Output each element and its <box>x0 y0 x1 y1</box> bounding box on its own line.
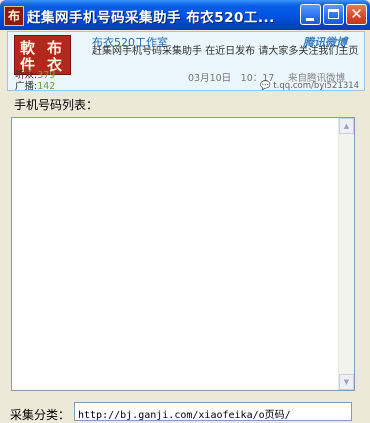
broadcasts-count: 142 <box>37 81 56 92</box>
chevron-up-icon: ▲ <box>343 122 350 130</box>
speech-bubble-icon: 💬 <box>260 81 271 91</box>
weibo-widget[interactable]: 軟 布 件 衣 听众:379 广播:142 布衣520工作室 腾讯微博 赶集网手… <box>7 31 365 92</box>
scroll-down-button[interactable]: ▼ <box>339 374 354 390</box>
weibo-message: 赶集网手机号码采集助手 在近日发布 请大家多关注我们主页 <box>92 46 359 57</box>
weibo-stats: 听众:379 广播:142 <box>15 70 55 92</box>
weibo-url: t.qq.com/byi521314 <box>273 81 360 91</box>
chevron-down-icon: ▼ <box>343 378 350 386</box>
minimize-icon <box>306 18 314 21</box>
scroll-up-button[interactable]: ▲ <box>339 118 354 134</box>
maximize-button[interactable] <box>323 4 344 25</box>
category-url-input[interactable]: http://bj.ganji.com/xiaofeika/o页码/ <box>74 402 352 421</box>
phone-list-label: 手机号码列表： <box>14 98 99 112</box>
close-icon: ✕ <box>350 5 363 23</box>
title-bar[interactable]: 布 赶集网手机号码采集助手 布衣520工... ✕ <box>0 0 370 30</box>
close-button[interactable]: ✕ <box>346 4 367 25</box>
category-label: 采集分类： <box>10 408 71 422</box>
minimize-button[interactable] <box>300 4 321 25</box>
followers-count: 379 <box>37 70 56 81</box>
list-scrollbar[interactable]: ▲ ▼ <box>338 118 354 390</box>
studio-logo[interactable]: 軟 布 件 衣 <box>14 35 71 75</box>
weibo-homepage-link[interactable]: 💬 t.qq.com/byi521314 <box>260 81 359 91</box>
followers-label: 听众: <box>15 70 38 81</box>
phone-list[interactable]: ▲ ▼ <box>11 117 355 391</box>
broadcasts-label: 广播: <box>15 81 38 92</box>
maximize-icon <box>328 9 339 19</box>
window-title: 赶集网手机号码采集助手 布衣520工... <box>27 10 275 26</box>
app-icon: 布 <box>4 6 24 26</box>
